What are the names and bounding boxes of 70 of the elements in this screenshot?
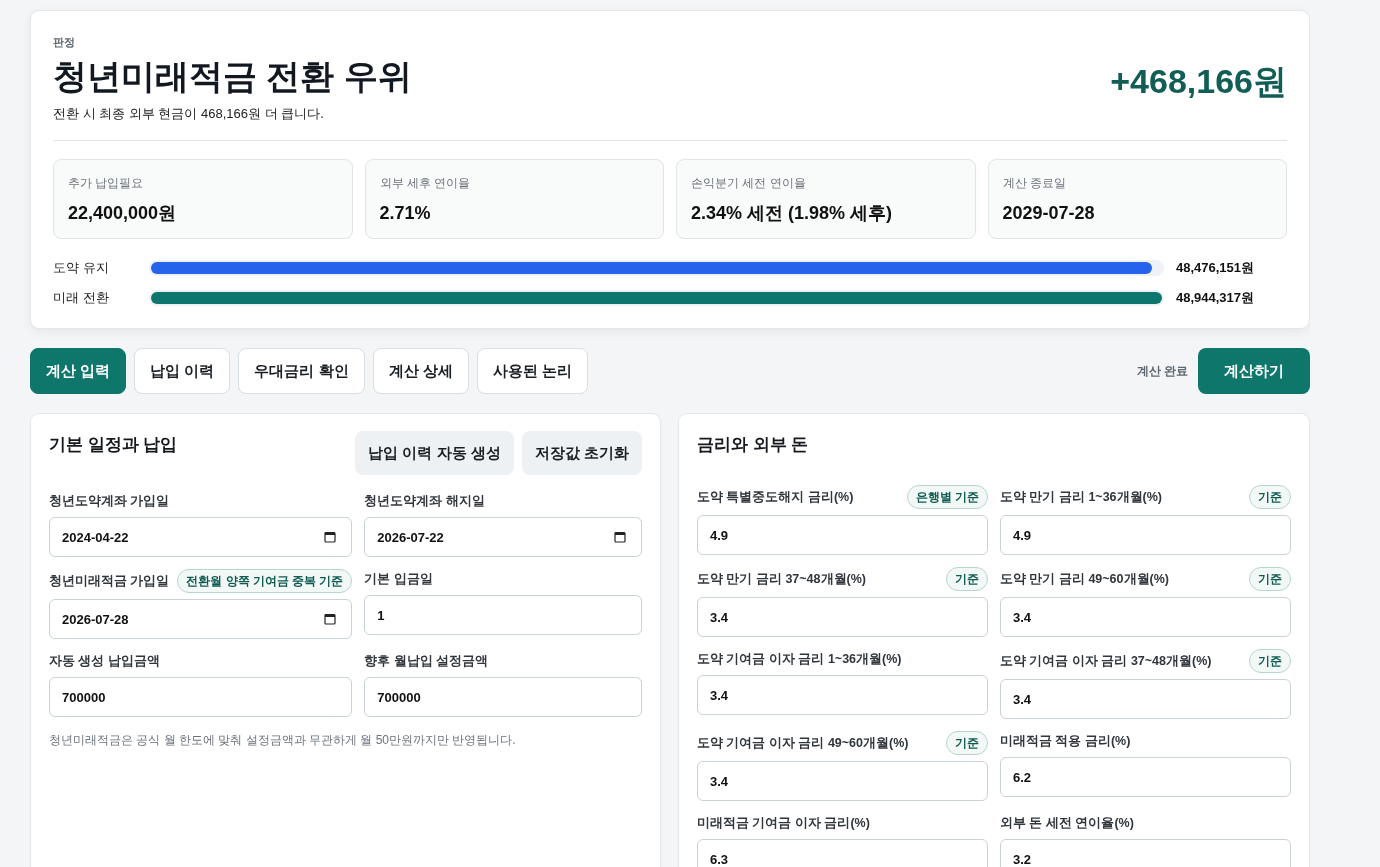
field-label: 미래적금 적용 금리(%) bbox=[1000, 732, 1131, 750]
field-label: 청년도약계좌 해지일 bbox=[364, 492, 485, 510]
number-field[interactable]: 3.4 bbox=[697, 597, 988, 637]
section-label: 판정 bbox=[53, 35, 76, 50]
field-label: 도약 만기 금리 49~60개월(%) bbox=[1000, 570, 1169, 588]
basis-badge: 기준 bbox=[1249, 567, 1291, 591]
field-label: 미래적금 기여금 이자 금리(%) bbox=[697, 814, 870, 832]
number-field[interactable]: 6.3 bbox=[697, 839, 988, 867]
field-label: 도약 특별중도해지 금리(%) bbox=[697, 488, 854, 506]
note-text: 청년미래적금은 공식 월 한도에 맞춰 설정금액과 무관하게 월 50만원까지만 반영됩니다. bbox=[49, 732, 517, 749]
tab[interactable]: 사용된 논리 bbox=[476, 348, 588, 394]
field-label: 자동 생성 납입금액 bbox=[49, 652, 160, 670]
stat-label: 계산 종료일 bbox=[1002, 175, 1067, 191]
number-field[interactable]: 3.4 bbox=[1000, 679, 1291, 719]
action-button[interactable]: 납입 이력 자동 생성 bbox=[355, 431, 514, 475]
stat-value: 22,400,000원 bbox=[68, 202, 178, 225]
tab[interactable]: 우대금리 확인 bbox=[238, 348, 365, 394]
calendar-icon[interactable] bbox=[324, 531, 337, 543]
date-field[interactable]: 2026-07-28 bbox=[49, 599, 353, 639]
basis-badge: 기준 bbox=[1249, 649, 1291, 673]
bar-label: 도약 유지 bbox=[53, 259, 110, 277]
calendar-icon[interactable] bbox=[324, 613, 337, 625]
status-text: 계산 완료 bbox=[1136, 362, 1188, 380]
basis-badge: 은행별 기준 bbox=[906, 485, 988, 509]
stat-label: 추가 납입필요 bbox=[68, 175, 145, 191]
field-label: 청년도약계좌 가입일 bbox=[49, 492, 170, 510]
bar-label: 미래 전환 bbox=[53, 289, 110, 307]
number-field[interactable]: 6.2 bbox=[1000, 757, 1291, 797]
date-field[interactable]: 2024-04-22 bbox=[49, 517, 353, 557]
field-label: 도약 기여금 이자 금리 37~48개월(%) bbox=[1000, 652, 1212, 670]
basis-badge: 기준 bbox=[946, 567, 988, 591]
field-label: 도약 기여금 이자 금리 1~36개월(%) bbox=[697, 650, 902, 668]
number-field[interactable]: 700000 bbox=[364, 677, 642, 717]
field-label: 청년미래적금 가입일 bbox=[49, 572, 170, 590]
calendar-icon[interactable] bbox=[614, 531, 626, 543]
verdict-summary: 전환 시 최종 외부 현금이 468,166원 더 큽니다. bbox=[53, 105, 325, 123]
number-field[interactable]: 4.9 bbox=[697, 515, 988, 555]
stat-value: 2.71% bbox=[379, 202, 432, 225]
number-field[interactable]: 700000 bbox=[49, 677, 353, 717]
stat-label: 손익분기 세전 연이율 bbox=[691, 175, 807, 191]
stat-value: 2.34% 세전 (1.98% 세후) bbox=[691, 202, 894, 225]
number-field[interactable]: 3.2 bbox=[1000, 839, 1291, 867]
bar-amount: 48,476,151원 bbox=[1176, 259, 1256, 277]
panel-title: 기본 일정과 납입 bbox=[49, 434, 178, 456]
date-field[interactable]: 2026-07-22 bbox=[364, 517, 642, 557]
panel-title: 금리와 외부 돈 bbox=[697, 434, 809, 456]
number-field[interactable]: 3.4 bbox=[697, 761, 988, 801]
basis-badge: 전환월 양쪽 기여금 중복 기준 bbox=[177, 569, 353, 593]
difference-amount: +468,166원 bbox=[1110, 60, 1287, 102]
basis-badge: 기준 bbox=[946, 731, 988, 755]
tab[interactable]: 납입 이력 bbox=[134, 348, 231, 394]
number-field[interactable]: 4.9 bbox=[1000, 515, 1291, 555]
verdict-title: 청년미래적금 전환 우위 bbox=[53, 56, 412, 97]
number-field[interactable]: 1 bbox=[364, 595, 642, 635]
number-field[interactable]: 3.4 bbox=[1000, 597, 1291, 637]
action-button[interactable]: 저장값 초기화 bbox=[521, 431, 642, 475]
tab[interactable]: 계산 입력 bbox=[30, 348, 127, 394]
tab[interactable]: 계산 상세 bbox=[372, 348, 469, 394]
bar-amount: 48,944,317원 bbox=[1176, 289, 1256, 307]
field-label: 기본 입금일 bbox=[364, 570, 433, 588]
field-label: 도약 기여금 이자 금리 49~60개월(%) bbox=[697, 734, 909, 752]
stat-label: 외부 세후 연이율 bbox=[379, 175, 472, 191]
basis-badge: 기준 bbox=[1249, 485, 1291, 509]
calculate-button[interactable]: 계산하기 bbox=[1198, 348, 1310, 394]
field-label: 외부 돈 세전 연이율(%) bbox=[1000, 814, 1134, 832]
field-label: 도약 만기 금리 37~48개월(%) bbox=[697, 570, 866, 588]
field-label: 향후 월납입 설정금액 bbox=[364, 652, 489, 670]
stat-value: 2029-07-28 bbox=[1002, 202, 1096, 225]
number-field[interactable]: 3.4 bbox=[697, 675, 988, 715]
field-label: 도약 만기 금리 1~36개월(%) bbox=[1000, 488, 1162, 506]
